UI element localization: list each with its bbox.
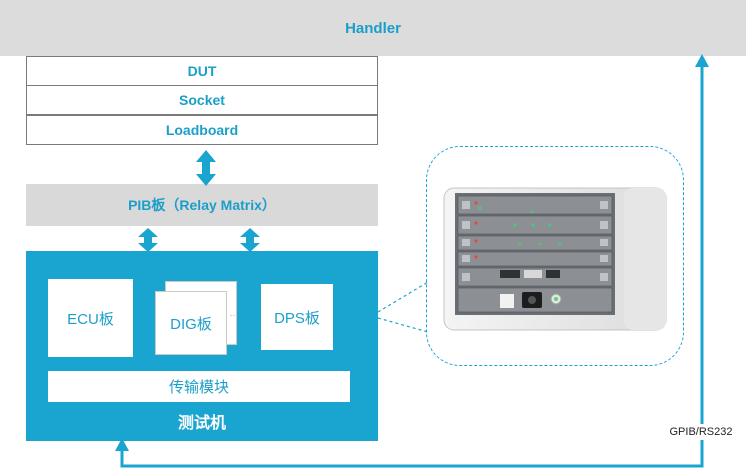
pib-tester-double-arrow-left (138, 228, 158, 252)
pib-tester-double-arrow-right (240, 228, 260, 252)
link-arrow-to-handler (695, 54, 709, 67)
tester-device-illustration (443, 187, 667, 331)
connector-layer (115, 54, 709, 468)
link-arrow-to-tester (115, 438, 129, 451)
gpib-rs232-label: GPIB/RS232 (660, 424, 742, 440)
loadboard-pib-double-arrow (196, 150, 216, 186)
device-callout-lines (377, 281, 429, 333)
